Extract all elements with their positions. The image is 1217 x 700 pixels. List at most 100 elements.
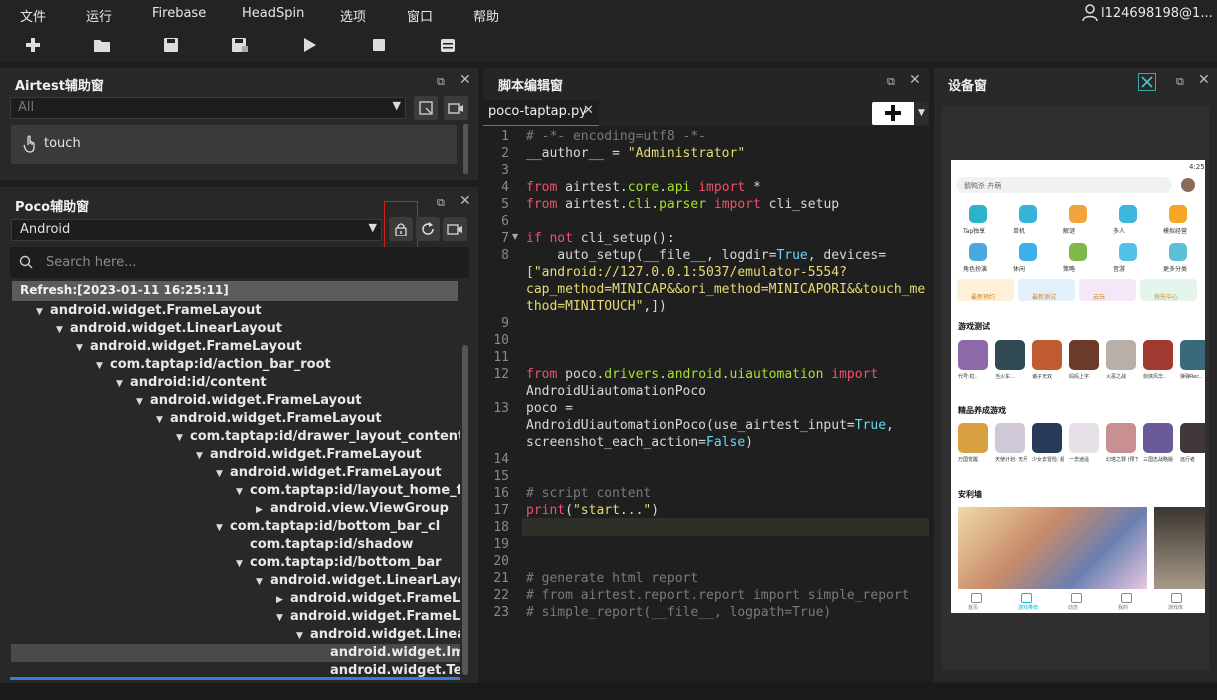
float-icon[interactable]: ⧉	[887, 75, 895, 89]
banner-image[interactable]	[958, 507, 1147, 589]
new-tab-button[interactable]: ▼	[872, 102, 929, 125]
tree-node[interactable]: ▶android.widget.FrameLayou	[276, 590, 460, 608]
airtest-scrollbar[interactable]	[463, 124, 468, 174]
close-icon[interactable]: ✕	[1198, 72, 1210, 88]
game-thumbnail[interactable]	[1032, 423, 1062, 453]
game-thumbnail[interactable]	[1069, 423, 1099, 453]
collapse-arrow-icon[interactable]: ▼	[216, 465, 230, 482]
stop-button[interactable]	[368, 34, 390, 56]
tree-node[interactable]: com.taptap:id/shadow	[236, 536, 460, 554]
game-thumbnail[interactable]	[1106, 423, 1136, 453]
float-icon[interactable]: ⧉	[437, 196, 445, 210]
phone-search-bar[interactable]: 鹅鸭杀 卉萌	[956, 177, 1172, 193]
open-file-button[interactable]	[91, 34, 113, 56]
collapse-arrow-icon[interactable]: ▼	[156, 411, 170, 428]
tree-node[interactable]: ▼ com.taptap:id/bottom_bar	[236, 554, 460, 572]
category-icon[interactable]	[1069, 243, 1087, 261]
collapse-arrow-icon[interactable]: ▼	[296, 627, 310, 644]
poco-refresh-button[interactable]	[416, 217, 440, 241]
tree-node[interactable]: ▼android.widget.LinearLa	[296, 626, 460, 644]
category-icon[interactable]	[1169, 205, 1187, 223]
tree-hscroll[interactable]	[10, 677, 460, 680]
quick-chip[interactable]: 云玩	[1079, 279, 1136, 301]
airtest-capture-button[interactable]	[414, 96, 438, 120]
fold-arrow-icon[interactable]: ▼	[512, 232, 518, 241]
menu-file[interactable]: 文件	[20, 6, 46, 25]
tree-node[interactable]: ▼ android.widget.FrameLayout	[76, 338, 460, 356]
tree-node[interactable]: ▼ android.widget.FrameLayout	[196, 446, 460, 464]
expand-arrow-icon[interactable]: ▶	[276, 591, 290, 608]
game-thumbnail[interactable]	[995, 423, 1025, 453]
phone-screen[interactable]: 4:25 鹅鸭杀 卉萌 Tap独享 单机 解谜 多人 模拟经营 角色扮演 休闲 策略 音游 更多分…	[951, 160, 1205, 613]
category-icon[interactable]	[1119, 243, 1137, 261]
tree-node[interactable]: ▼android.widget.LinearLayout	[256, 572, 460, 590]
tree-node[interactable]: ▼android.widget.LinearLayout	[56, 320, 460, 338]
category-icon[interactable]	[1169, 243, 1187, 261]
refresh-bar[interactable]: Refresh:[2023-01-11 16:25:11]	[12, 281, 458, 301]
game-thumbnail[interactable]	[1032, 340, 1062, 370]
tree-node[interactable]: ▼ android.widget.FrameLayout	[216, 464, 460, 482]
tree-node[interactable]: ▼ com.taptap:id/bottom_bar_cl	[216, 518, 460, 536]
log-button[interactable]	[437, 34, 459, 56]
bottom-tab-icon[interactable]	[971, 593, 982, 603]
bottom-tab-icon[interactable]	[1171, 593, 1182, 603]
tree-node[interactable]: ▼ android.widget.FrameLayout	[156, 410, 460, 428]
tree-node[interactable]: ▼com.taptap:id/layout_home_fragm	[236, 482, 460, 500]
save-button[interactable]	[160, 34, 182, 56]
avatar[interactable]	[1181, 178, 1195, 192]
float-icon[interactable]: ⧉	[437, 75, 445, 89]
tree-node[interactable]: ▶ android.view.ViewGroup	[256, 500, 460, 518]
menu-headspin[interactable]: HeadSpin	[242, 6, 304, 21]
save-as-button[interactable]	[229, 34, 251, 56]
game-thumbnail[interactable]	[958, 340, 988, 370]
menu-window[interactable]: 窗口	[407, 6, 433, 25]
menu-options[interactable]: 选项	[340, 6, 366, 25]
collapse-arrow-icon[interactable]: ▼	[236, 483, 250, 500]
collapse-arrow-icon[interactable]: ▼	[136, 393, 150, 410]
collapse-arrow-icon[interactable]: ▼	[116, 375, 130, 392]
float-icon[interactable]: ⧉	[1176, 75, 1184, 89]
menu-help[interactable]: 帮助	[473, 6, 499, 25]
user-icon[interactable]	[1082, 4, 1098, 26]
tree-node[interactable]: android.widget.Imag	[11, 644, 460, 662]
menu-firebase[interactable]: Firebase	[152, 6, 206, 21]
expand-arrow-icon[interactable]: ▶	[256, 501, 270, 518]
collapse-arrow-icon[interactable]: ▼	[36, 303, 50, 320]
menu-run[interactable]: 运行	[86, 6, 112, 25]
category-icon[interactable]	[969, 243, 987, 261]
game-thumbnail[interactable]	[1069, 340, 1099, 370]
touch-item[interactable]: touch	[11, 125, 457, 164]
collapse-arrow-icon[interactable]: ▼	[236, 555, 250, 572]
banner-image-2[interactable]	[1154, 507, 1205, 589]
close-icon[interactable]: ✕	[459, 193, 471, 209]
tree-node[interactable]: ▼android.widget.FrameLayou	[276, 608, 460, 626]
collapse-arrow-icon[interactable]: ▼	[176, 429, 190, 446]
poco-search-input[interactable]: Search here...	[10, 247, 469, 278]
collapse-arrow-icon[interactable]: ▼	[256, 573, 270, 590]
new-file-button[interactable]	[22, 34, 44, 56]
tree-node[interactable]: ▼ android.widget.FrameLayout	[36, 302, 460, 320]
category-icon[interactable]	[1119, 205, 1137, 223]
airtest-record-button[interactable]	[444, 96, 468, 120]
close-icon[interactable]: ✕	[459, 72, 471, 88]
tree-scrollbar[interactable]	[462, 345, 468, 675]
airtest-filter-select[interactable]: All ▼	[10, 97, 406, 119]
bottom-tab-icon[interactable]	[1121, 593, 1132, 603]
tools-button[interactable]	[1138, 73, 1156, 91]
game-thumbnail[interactable]	[1180, 340, 1205, 370]
category-icon[interactable]	[1069, 205, 1087, 223]
tab-poco-taptap[interactable]: poco-taptap.py ✕	[483, 100, 599, 127]
tree-node[interactable]: ▼ com.taptap:id/drawer_layout_content	[176, 428, 460, 446]
chevron-down-icon[interactable]: ▼	[914, 102, 929, 125]
tree-node[interactable]: ▼ android:id/content	[116, 374, 460, 392]
tree-node[interactable]: ▼ android.widget.FrameLayout	[136, 392, 460, 410]
category-icon[interactable]	[1019, 243, 1037, 261]
collapse-arrow-icon[interactable]: ▼	[96, 357, 110, 374]
poco-record-button[interactable]	[443, 217, 467, 241]
tree-node[interactable]: ▼ com.taptap:id/action_bar_root	[96, 356, 460, 374]
quick-chip[interactable]: 抢先中心	[1140, 279, 1197, 301]
category-icon[interactable]	[1019, 205, 1037, 223]
game-thumbnail[interactable]	[1180, 423, 1205, 453]
close-icon[interactable]: ✕	[909, 72, 921, 88]
tab-close-icon[interactable]: ✕	[583, 103, 594, 118]
